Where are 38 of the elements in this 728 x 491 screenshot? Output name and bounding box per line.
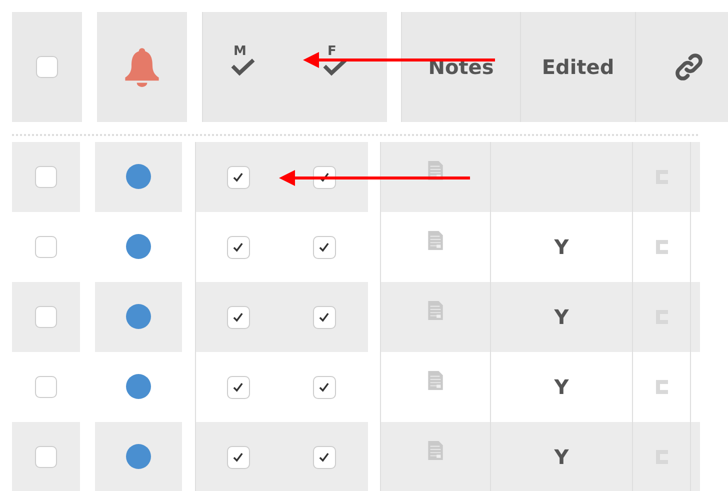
bracket-icon[interactable] <box>654 239 668 255</box>
checkmark-icon <box>317 240 331 254</box>
link-icon[interactable] <box>674 52 704 82</box>
document-icon[interactable] <box>427 440 444 461</box>
check-column-header[interactable]: F <box>322 44 348 76</box>
table-cell: Y <box>490 422 632 491</box>
bracket-icon[interactable] <box>654 379 668 395</box>
select-all-checkbox[interactable] <box>36 56 58 78</box>
bell-icon[interactable] <box>123 46 161 88</box>
checkmark-icon <box>231 380 245 394</box>
checkmark-icon <box>231 240 245 254</box>
checkmark-icon <box>231 450 245 464</box>
m-checkbox[interactable] <box>226 306 250 328</box>
checkmark-icon <box>317 450 331 464</box>
check-column-header[interactable]: M <box>230 44 256 76</box>
row-checkbox[interactable] <box>35 166 57 188</box>
table-cell: Y <box>490 282 632 352</box>
column-header[interactable]: Notes <box>428 55 494 79</box>
m-checkbox[interactable] <box>226 166 250 188</box>
f-checkbox[interactable] <box>312 446 336 468</box>
row-checkbox[interactable] <box>35 306 57 328</box>
checkmark-icon <box>231 170 245 184</box>
column-header[interactable]: Edited <box>542 55 614 79</box>
f-checkbox[interactable] <box>312 306 336 328</box>
m-checkbox[interactable] <box>226 446 250 468</box>
checkmark-icon <box>317 380 331 394</box>
m-checkbox[interactable] <box>226 236 250 258</box>
f-checkbox[interactable] <box>312 236 336 258</box>
checkmark-icon <box>317 310 331 324</box>
checkmark-icon <box>231 310 245 324</box>
row-checkbox[interactable] <box>35 446 57 468</box>
f-checkbox[interactable] <box>312 376 336 398</box>
row-checkbox[interactable] <box>35 376 57 398</box>
row-checkbox[interactable] <box>35 236 57 258</box>
document-icon[interactable] <box>427 370 444 391</box>
document-icon[interactable] <box>427 230 444 251</box>
document-icon[interactable] <box>427 300 444 321</box>
m-checkbox[interactable] <box>226 376 250 398</box>
